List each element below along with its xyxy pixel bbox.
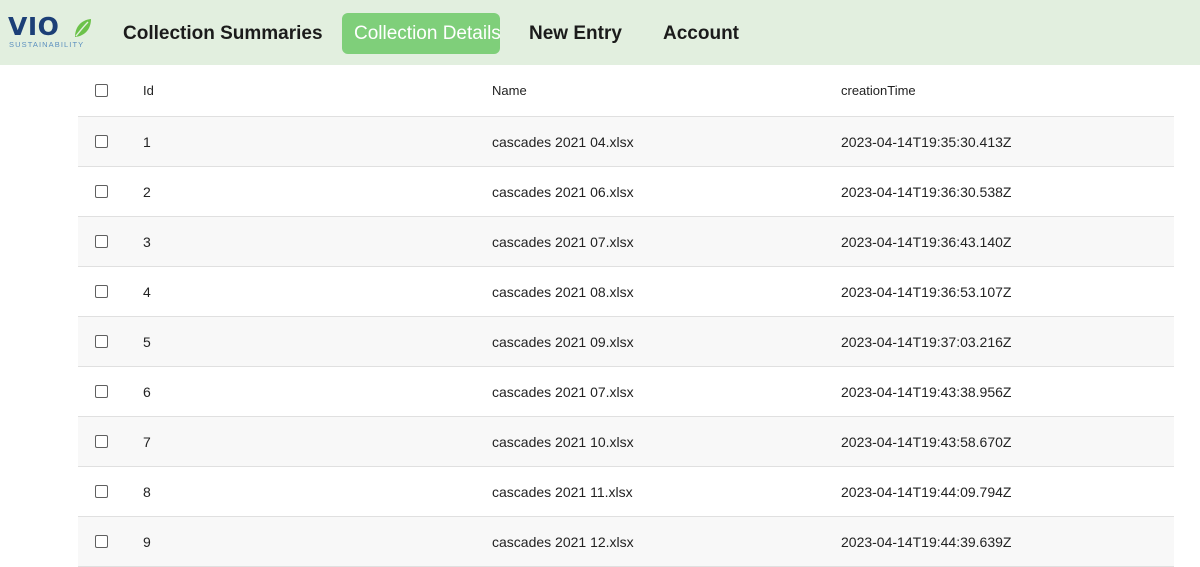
column-header-creation-time[interactable]: creationTime bbox=[841, 65, 916, 116]
row-id: 9 bbox=[143, 533, 151, 550]
table-row[interactable]: 4 cascades 2021 08.xlsx 2023-04-14T19:36… bbox=[78, 267, 1174, 317]
table-row[interactable]: 6 cascades 2021 07.xlsx 2023-04-14T19:43… bbox=[78, 367, 1174, 417]
table-row[interactable]: 1 cascades 2021 04.xlsx 2023-04-14T19:35… bbox=[78, 117, 1174, 167]
row-select-cell bbox=[95, 217, 108, 266]
select-all-checkbox[interactable] bbox=[95, 84, 108, 97]
row-id: 8 bbox=[143, 483, 151, 500]
table-row[interactable]: 2 cascades 2021 06.xlsx 2023-04-14T19:36… bbox=[78, 167, 1174, 217]
row-name: cascades 2021 09.xlsx bbox=[492, 333, 634, 350]
row-id: 2 bbox=[143, 183, 151, 200]
logo-tagline: SUSTAINABILITY bbox=[9, 40, 85, 49]
row-select-cell bbox=[95, 167, 108, 216]
column-header-name[interactable]: Name bbox=[492, 65, 527, 116]
row-creation-time: 2023-04-14T19:44:09.794Z bbox=[841, 483, 1012, 500]
row-checkbox[interactable] bbox=[95, 385, 108, 398]
table-row[interactable]: 7 cascades 2021 10.xlsx 2023-04-14T19:43… bbox=[78, 417, 1174, 467]
table-header-row: Id Name creationTime bbox=[78, 65, 1174, 117]
logo-wordmark: VIO bbox=[8, 12, 60, 41]
select-all-cell bbox=[95, 65, 108, 116]
vio-logo[interactable]: VIO SUSTAINABILITY bbox=[8, 12, 91, 52]
nav-collection-details[interactable]: Collection Details bbox=[342, 13, 501, 54]
row-id: 6 bbox=[143, 383, 151, 400]
row-checkbox[interactable] bbox=[95, 135, 108, 148]
row-name: cascades 2021 12.xlsx bbox=[492, 533, 634, 550]
nav-account[interactable]: Account bbox=[663, 13, 739, 54]
row-id: 5 bbox=[143, 333, 151, 350]
row-id: 3 bbox=[143, 233, 151, 250]
table-row[interactable]: 9 cascades 2021 12.xlsx 2023-04-14T19:44… bbox=[78, 517, 1174, 567]
table-row[interactable]: 8 cascades 2021 11.xlsx 2023-04-14T19:44… bbox=[78, 467, 1174, 517]
row-select-cell bbox=[95, 367, 108, 416]
row-select-cell bbox=[95, 317, 108, 366]
row-select-cell bbox=[95, 417, 108, 466]
row-checkbox[interactable] bbox=[95, 335, 108, 348]
row-name: cascades 2021 11.xlsx bbox=[492, 483, 633, 500]
row-checkbox[interactable] bbox=[95, 285, 108, 298]
row-id: 7 bbox=[143, 433, 151, 450]
row-name: cascades 2021 06.xlsx bbox=[492, 183, 634, 200]
row-creation-time: 2023-04-14T19:43:58.670Z bbox=[841, 433, 1012, 450]
row-id: 4 bbox=[143, 283, 151, 300]
row-checkbox[interactable] bbox=[95, 535, 108, 548]
row-select-cell bbox=[95, 117, 108, 166]
row-id: 1 bbox=[143, 133, 151, 150]
row-creation-time: 2023-04-14T19:43:38.956Z bbox=[841, 383, 1012, 400]
row-select-cell bbox=[95, 267, 108, 316]
collection-details-table: Id Name creationTime 1 cascades 2021 04.… bbox=[78, 65, 1174, 567]
row-checkbox[interactable] bbox=[95, 185, 108, 198]
table-row[interactable]: 5 cascades 2021 09.xlsx 2023-04-14T19:37… bbox=[78, 317, 1174, 367]
table-row[interactable]: 3 cascades 2021 07.xlsx 2023-04-14T19:36… bbox=[78, 217, 1174, 267]
row-creation-time: 2023-04-14T19:36:53.107Z bbox=[841, 283, 1012, 300]
nav-new-entry[interactable]: New Entry bbox=[529, 13, 622, 54]
row-creation-time: 2023-04-14T19:37:03.216Z bbox=[841, 333, 1012, 350]
row-name: cascades 2021 04.xlsx bbox=[492, 133, 634, 150]
row-creation-time: 2023-04-14T19:36:43.140Z bbox=[841, 233, 1012, 250]
row-select-cell bbox=[95, 467, 108, 516]
row-select-cell bbox=[95, 517, 108, 566]
top-navbar: VIO SUSTAINABILITY Collection Summaries … bbox=[0, 0, 1200, 65]
row-checkbox[interactable] bbox=[95, 435, 108, 448]
leaf-icon bbox=[75, 19, 91, 37]
row-name: cascades 2021 08.xlsx bbox=[492, 283, 634, 300]
row-name: cascades 2021 10.xlsx bbox=[492, 433, 634, 450]
row-name: cascades 2021 07.xlsx bbox=[492, 233, 634, 250]
row-checkbox[interactable] bbox=[95, 235, 108, 248]
row-name: cascades 2021 07.xlsx bbox=[492, 383, 634, 400]
row-checkbox[interactable] bbox=[95, 485, 108, 498]
row-creation-time: 2023-04-14T19:36:30.538Z bbox=[841, 183, 1012, 200]
nav-collection-summaries[interactable]: Collection Summaries bbox=[123, 13, 323, 54]
row-creation-time: 2023-04-14T19:35:30.413Z bbox=[841, 133, 1012, 150]
row-creation-time: 2023-04-14T19:44:39.639Z bbox=[841, 533, 1012, 550]
column-header-id[interactable]: Id bbox=[143, 65, 154, 116]
